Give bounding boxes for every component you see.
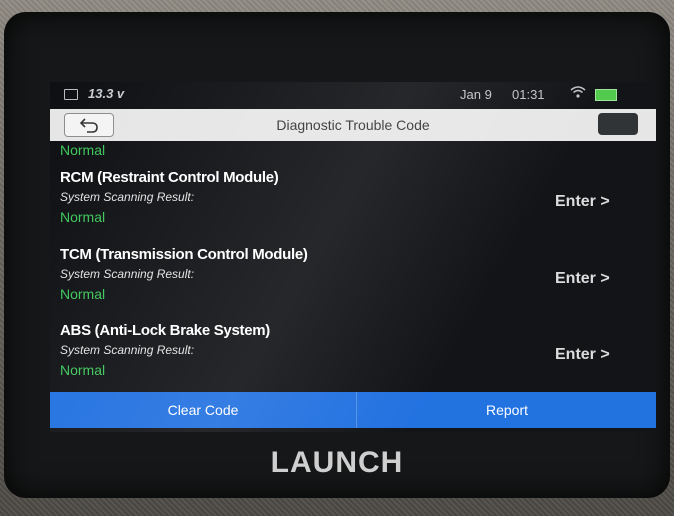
status-time: 01:31 (512, 87, 545, 102)
wifi-icon (570, 85, 586, 102)
status-date: Jan 9 (460, 87, 492, 102)
car-battery-icon (64, 89, 78, 100)
list-item-tcm[interactable]: TCM (Transmission Control Module) System… (50, 246, 656, 320)
action-bar: Clear Code Report (50, 392, 656, 428)
item-title: TCM (Transmission Control Module) (60, 246, 308, 263)
battery-voltage: 13.3 v (88, 86, 125, 101)
brand-logo: LAUNCH (270, 446, 404, 479)
status-bar: 13.3 v Jan 9 01:31 (50, 82, 656, 108)
enter-button[interactable]: Enter > (555, 346, 610, 364)
previous-item-status: Normal (60, 142, 106, 158)
item-status: Normal (60, 362, 106, 378)
system-list: Normal RCM (Restraint Control Module) Sy… (50, 141, 656, 390)
item-subtitle: System Scanning Result: (60, 267, 195, 281)
page-title: Diagnostic Trouble Code (276, 117, 430, 133)
list-item-abs[interactable]: ABS (Anti-Lock Brake System) System Scan… (50, 322, 656, 396)
item-title: RCM (Restraint Control Module) (60, 169, 279, 186)
item-status: Normal (60, 209, 106, 225)
item-subtitle: System Scanning Result: (60, 190, 195, 204)
clear-code-button[interactable]: Clear Code (50, 392, 357, 428)
item-status: Normal (60, 286, 106, 302)
report-button[interactable]: Report (358, 392, 656, 428)
device-battery-icon (595, 89, 617, 101)
menu-button[interactable] (598, 113, 638, 135)
item-title: ABS (Anti-Lock Brake System) (60, 322, 270, 339)
title-bar: Diagnostic Trouble Code (50, 109, 656, 141)
device-screen: 13.3 v Jan 9 01:31 Diagnostic Trouble Co… (50, 82, 656, 432)
enter-button[interactable]: Enter > (555, 193, 610, 211)
enter-button[interactable]: Enter > (555, 270, 610, 288)
list-item-rcm[interactable]: RCM (Restraint Control Module) System Sc… (50, 169, 656, 243)
item-subtitle: System Scanning Result: (60, 343, 195, 357)
